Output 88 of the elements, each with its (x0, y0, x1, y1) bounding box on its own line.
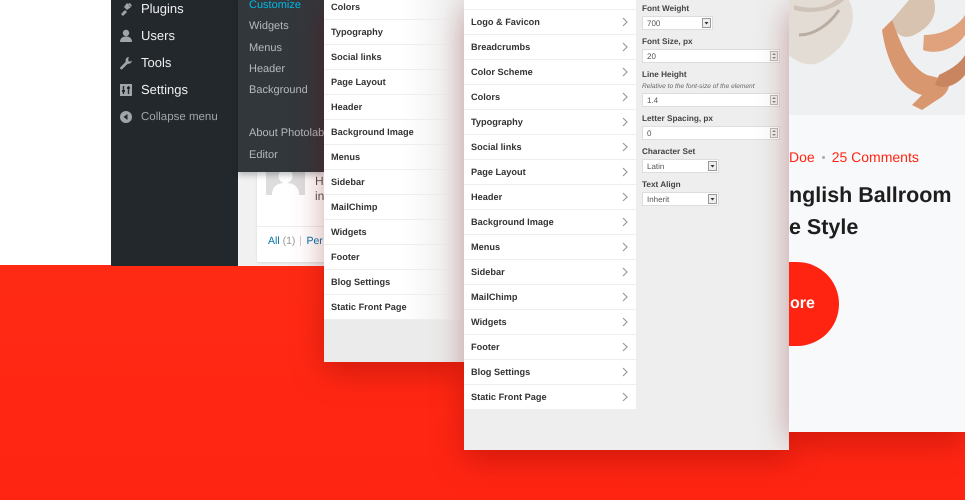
submenu-item[interactable]: Widgets (249, 16, 289, 38)
chevron-icon (622, 366, 628, 376)
section-item[interactable]: Footer (464, 334, 636, 360)
section-item[interactable]: Logo & Favicon (464, 10, 636, 34)
field-label: Line Height (642, 69, 688, 80)
chevron-icon (622, 166, 628, 176)
number-field[interactable]: 1.4 (642, 93, 780, 107)
menu-item[interactable]: Tools (111, 49, 238, 76)
section-item[interactable]: Colors (464, 84, 636, 110)
comment-excerpt: H (315, 174, 324, 189)
user-icon (119, 28, 133, 42)
section-item[interactable]: Background Image (464, 210, 636, 234)
chevron-icon (622, 216, 628, 226)
submenu-item[interactable]: About Photolab (249, 123, 324, 145)
chevron-icon (622, 292, 628, 302)
chevron-icon (622, 192, 628, 202)
section-item[interactable]: Breadcrumbs (464, 34, 636, 60)
plug-icon (119, 2, 133, 16)
caret-icon (702, 18, 711, 28)
chevron-icon (622, 116, 628, 126)
section-item[interactable]: Typography (324, 20, 464, 45)
filter-link[interactable]: All (1) (268, 235, 296, 247)
section-item[interactable]: Social links (324, 45, 464, 70)
menu-item[interactable]: Plugins (111, 0, 238, 22)
submenu-item[interactable]: Background (249, 80, 308, 102)
field-label: Font Weight (642, 3, 690, 14)
section-item[interactable]: Widgets (464, 310, 636, 334)
author-link[interactable]: Doe (789, 149, 815, 165)
chevron-icon (622, 66, 628, 76)
submenu-item[interactable]: Editor (249, 144, 278, 166)
section-item[interactable]: MailChimp (324, 195, 464, 220)
section-item[interactable]: Footer (324, 245, 464, 270)
menu-item[interactable]: Users (111, 22, 238, 49)
submenu-item[interactable]: Header (249, 58, 286, 80)
section-item[interactable]: Sidebar (324, 170, 464, 195)
section-item[interactable]: Menus (464, 234, 636, 260)
read-more-button[interactable]: ore (789, 262, 839, 346)
select-field[interactable]: Inherit (642, 192, 719, 206)
section-item[interactable]: Header (464, 184, 636, 210)
section-item[interactable]: Social links (464, 134, 636, 160)
caret-icon (708, 161, 717, 171)
chevron-icon (622, 142, 628, 152)
chevron-icon (622, 266, 628, 276)
section-item[interactable]: Typography (464, 110, 636, 134)
select-field[interactable]: Latin (642, 159, 719, 173)
post-title: nglish Ballroom e Style (789, 182, 952, 241)
number-field[interactable]: 0 (642, 126, 780, 140)
section-item[interactable]: Page Layout (464, 160, 636, 184)
section-item[interactable]: Page Layout (324, 70, 464, 95)
sliders-icon (119, 82, 133, 96)
chevron-icon (622, 242, 628, 252)
caret-icon (708, 194, 717, 204)
section-item[interactable]: Colors (324, 0, 464, 20)
section-item[interactable]: Color Scheme (464, 60, 636, 84)
spinner-icon (770, 95, 778, 105)
field-label: Letter Spacing, px (642, 113, 714, 124)
chevron-icon (622, 316, 628, 326)
field-label: Text Align (642, 179, 682, 190)
chevron-icon (622, 342, 628, 352)
section-item[interactable]: Header (324, 95, 464, 120)
section-item[interactable]: Background Image (324, 120, 464, 145)
spinner-icon (770, 128, 778, 138)
select-field[interactable]: 700 (642, 16, 713, 30)
chevron-icon (622, 92, 628, 102)
field-label: Character Set (642, 146, 696, 157)
section-item[interactable]: Blog Settings (324, 270, 464, 295)
chevron-icon (622, 42, 628, 52)
field-label: Font Size, px (642, 36, 694, 47)
filter-link[interactable]: Per (306, 235, 323, 247)
submenu-item[interactable]: Customize (249, 0, 301, 16)
wrench-icon (119, 56, 133, 70)
comments-link[interactable]: 25 Comments (832, 149, 919, 165)
spinner-icon (770, 51, 778, 61)
section-item[interactable]: Static Front Page (464, 384, 636, 410)
chevron-icon (622, 392, 628, 402)
section-item[interactable]: MailChimp (464, 284, 636, 310)
comment-excerpt: in (315, 189, 324, 204)
chevron-icon (622, 16, 628, 26)
left-arrow-circle-icon (119, 110, 133, 124)
submenu-item[interactable]: Menus (249, 38, 282, 59)
section-item[interactable]: Menus (324, 145, 464, 170)
section-item[interactable]: Blog Settings (464, 360, 636, 384)
menu-item[interactable]: Settings (111, 76, 238, 103)
section-item[interactable]: Static Front Page (324, 295, 464, 320)
section-item[interactable]: Sidebar (464, 260, 636, 284)
menu-item[interactable]: Collapse menu (111, 103, 238, 130)
number-field[interactable]: 20 (642, 49, 780, 63)
section-item[interactable]: Widgets (324, 220, 464, 245)
